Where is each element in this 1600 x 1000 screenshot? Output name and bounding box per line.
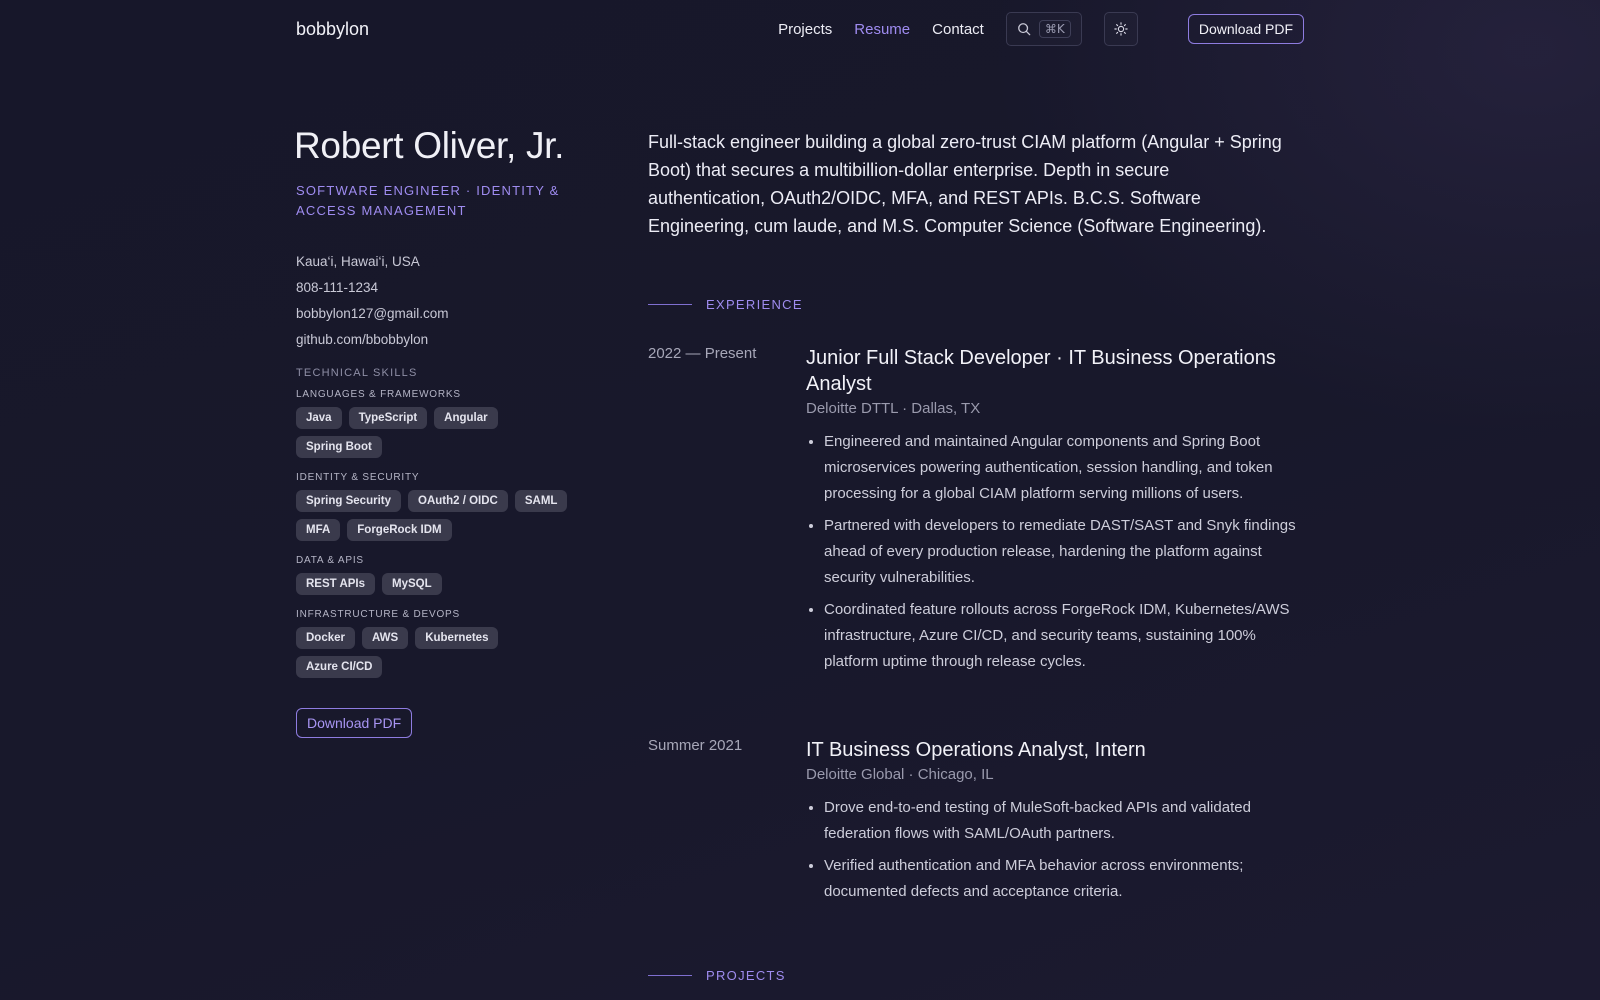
top-header: bobbylon Projects Resume Contact ⌘K Down… bbox=[296, 12, 1304, 46]
job-title: IT Business Operations Analyst, Intern bbox=[806, 739, 1146, 761]
skill-chip: Docker bbox=[296, 627, 355, 649]
skills-title: TECHNICAL SKILLS bbox=[296, 367, 418, 379]
nav-projects[interactable]: Projects bbox=[778, 21, 832, 38]
job-company: Deloitte Global · Chicago, IL bbox=[806, 766, 994, 783]
section-label-projects: PROJECTS bbox=[648, 968, 786, 983]
contact-phone[interactable]: 808-111-1234 bbox=[296, 275, 596, 301]
nav-contact[interactable]: Contact bbox=[932, 21, 984, 38]
job-content: IT Business Operations Analyst, Intern D… bbox=[806, 737, 1304, 911]
skill-chip: Angular bbox=[434, 407, 498, 429]
job-title: Junior Full Stack Developer · IT Busines… bbox=[806, 347, 1276, 395]
section-label-experience: EXPERIENCE bbox=[648, 297, 803, 312]
job-bullet: Partnered with developers to remediate D… bbox=[824, 513, 1304, 591]
section-label-text: PROJECTS bbox=[706, 968, 786, 983]
job-dates: Summer 2021 bbox=[648, 737, 743, 754]
job-content: Junior Full Stack Developer · IT Busines… bbox=[806, 345, 1304, 681]
job-company: Deloitte DTTL · Dallas, TX bbox=[806, 400, 981, 417]
download-pdf-button-header[interactable]: Download PDF bbox=[1187, 14, 1304, 44]
skill-chip: Spring Security bbox=[296, 490, 401, 512]
contact-location: Kaua‘i, Hawai‘i, USA bbox=[296, 254, 420, 269]
search-icon bbox=[1018, 23, 1031, 36]
contact-list: Kaua‘i, Hawai‘i, USA 808-111-1234 bobbyl… bbox=[296, 249, 596, 353]
skill-chips: Spring Security OAuth2 / OIDC SAML MFA F… bbox=[296, 490, 576, 541]
search-button[interactable]: ⌘K bbox=[1005, 12, 1082, 46]
job-bullet: Verified authentication and MFA behavior… bbox=[824, 853, 1304, 905]
sun-icon bbox=[1114, 22, 1128, 36]
job-bullet: Drove end-to-end testing of MuleSoft-bac… bbox=[824, 795, 1304, 847]
skill-chips: Docker AWS Kubernetes Azure CI/CD bbox=[296, 627, 576, 678]
skill-chip: TypeScript bbox=[348, 407, 428, 429]
main-nav: Projects Resume Contact ⌘K Download PDF bbox=[756, 12, 1304, 46]
skill-chip: AWS bbox=[362, 627, 409, 649]
job-dates: 2022 — Present bbox=[648, 345, 757, 362]
theme-toggle-button[interactable] bbox=[1103, 12, 1138, 46]
section-divider-line bbox=[648, 304, 692, 305]
skill-chip: Azure CI/CD bbox=[296, 656, 383, 678]
profile-name: Robert Oliver, Jr. bbox=[294, 125, 565, 166]
contact-email[interactable]: bobbylon127@gmail.com bbox=[296, 301, 596, 327]
profile-summary: Full-stack engineer building a global ze… bbox=[648, 132, 1282, 236]
profile-sidebar: Robert Oliver, Jr. SOFTWARE ENGINEER · I… bbox=[294, 125, 596, 738]
download-pdf-button-sidebar[interactable]: Download PDF bbox=[296, 708, 413, 738]
skill-chips: Java TypeScript Angular Spring Boot bbox=[296, 407, 576, 458]
skill-chip: REST APIs bbox=[296, 573, 376, 595]
skill-chip: OAuth2 / OIDC bbox=[408, 490, 508, 512]
skill-chips: REST APIs MySQL bbox=[296, 573, 576, 595]
brand-logo[interactable]: bobbylon bbox=[296, 19, 369, 40]
job-bullet: Engineered and maintained Angular compon… bbox=[824, 429, 1304, 507]
profile-role: SOFTWARE ENGINEER · IDENTITY & ACCESS MA… bbox=[296, 183, 560, 218]
skill-group-title: INFRASTRUCTURE & DEVOPS bbox=[296, 609, 460, 620]
skill-chip: Kubernetes bbox=[415, 627, 499, 649]
job-bullets: Engineered and maintained Angular compon… bbox=[806, 429, 1304, 675]
skill-chip: MFA bbox=[296, 519, 341, 541]
job-bullets: Drove end-to-end testing of MuleSoft-bac… bbox=[806, 795, 1304, 905]
nav-resume[interactable]: Resume bbox=[854, 21, 910, 38]
skill-group-title: LANGUAGES & FRAMEWORKS bbox=[296, 389, 461, 400]
skill-chip: Spring Boot bbox=[296, 436, 382, 458]
skill-group-title: IDENTITY & SECURITY bbox=[296, 472, 420, 483]
skill-chip: Java bbox=[296, 407, 342, 429]
skill-group-title: DATA & APIS bbox=[296, 555, 364, 566]
contact-github[interactable]: github.com/bbobbylon bbox=[296, 327, 596, 353]
section-label-text: EXPERIENCE bbox=[706, 297, 803, 312]
skill-chip: ForgeRock IDM bbox=[347, 519, 452, 541]
skill-chip: SAML bbox=[514, 490, 568, 512]
section-divider-line bbox=[648, 975, 692, 976]
job-bullet: Coordinated feature rollouts across Forg… bbox=[824, 597, 1304, 675]
skill-chip: MySQL bbox=[382, 573, 442, 595]
search-shortcut: ⌘K bbox=[1038, 20, 1071, 38]
